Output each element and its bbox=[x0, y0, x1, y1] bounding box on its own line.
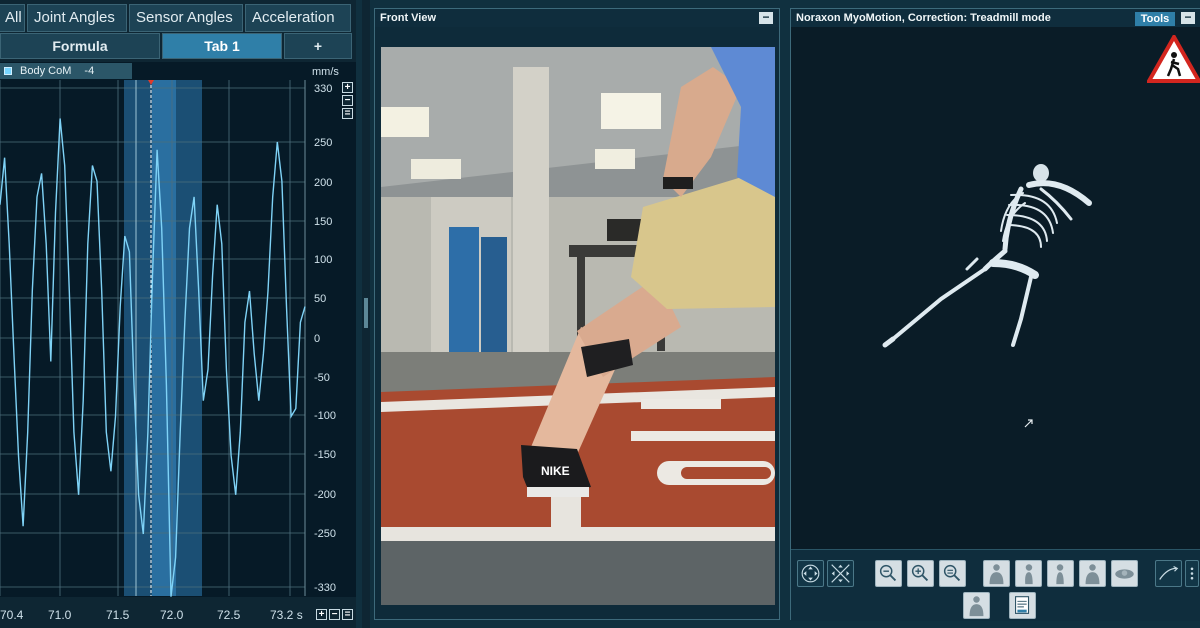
zoom-out-x-button[interactable]: − bbox=[329, 609, 340, 620]
report-icon[interactable] bbox=[1009, 592, 1036, 619]
myomotion-panel: Noraxon MyoMotion, Correction: Treadmill… bbox=[790, 8, 1200, 621]
x-axis-bar: 70.4 71.0 71.5 72.0 72.5 73.2 s + − = bbox=[0, 597, 356, 628]
legend[interactable]: Body CoM -4 bbox=[0, 63, 132, 79]
subtab-tab-1[interactable]: Tab 1 bbox=[162, 33, 282, 59]
splitter[interactable] bbox=[362, 0, 370, 628]
y-tick-label: -100 bbox=[314, 410, 336, 422]
zoom-fit-icon[interactable] bbox=[939, 560, 966, 587]
shoe-logo: NIKE bbox=[541, 464, 570, 478]
zoom-in-y-button[interactable]: + bbox=[342, 82, 353, 93]
app-window: All Joint Angles Sensor Angles Accelerat… bbox=[0, 0, 1200, 628]
y-tick-label: 200 bbox=[314, 177, 332, 189]
back-body-view-icon[interactable] bbox=[1047, 560, 1074, 587]
rotate-view-icon[interactable] bbox=[797, 560, 824, 587]
chart-tab-row: All Joint Angles Sensor Angles Accelerat… bbox=[0, 4, 351, 32]
tools-button[interactable]: Tools bbox=[1135, 12, 1175, 26]
y-tick-label: -330 bbox=[314, 582, 336, 594]
x-tick-label: 72.0 bbox=[160, 608, 184, 622]
person-toggle-icon[interactable] bbox=[963, 592, 990, 619]
y-tick-label: -200 bbox=[314, 489, 336, 501]
tab-all[interactable]: All bbox=[0, 4, 25, 32]
y-tick-label: 50 bbox=[314, 293, 326, 305]
x-tick-label: 70.4 bbox=[0, 608, 24, 622]
tab-sensor-angles[interactable]: Sensor Angles bbox=[129, 4, 243, 32]
y-tick-label: -250 bbox=[314, 528, 336, 540]
pedestrian-warning-icon[interactable] bbox=[1147, 35, 1200, 83]
subtab-formula[interactable]: Formula bbox=[0, 33, 160, 59]
y-tick-label: 0 bbox=[314, 333, 320, 345]
x-axis-svg: 70.4 71.0 71.5 72.0 72.5 73.2 s bbox=[0, 608, 303, 622]
front-view-video: NIKE bbox=[381, 47, 775, 605]
tab-joint-angles[interactable]: Joint Angles bbox=[27, 4, 127, 32]
top-body-view-icon[interactable] bbox=[1111, 560, 1138, 587]
skeleton-model[interactable] bbox=[881, 159, 1101, 359]
trace-curve-icon[interactable] bbox=[1155, 560, 1182, 587]
view-toolbar bbox=[791, 549, 1200, 621]
y-tick-label: -50 bbox=[314, 372, 330, 384]
legend-label: Body CoM bbox=[20, 65, 72, 77]
zoom-in-x-button[interactable]: + bbox=[316, 609, 327, 620]
tab-acceleration[interactable]: Acceleration bbox=[245, 4, 351, 32]
cursor-icon bbox=[1024, 419, 1033, 428]
gym-scene: NIKE bbox=[381, 47, 775, 605]
y-tick-label: 100 bbox=[314, 254, 332, 266]
front-view-title: Front View bbox=[375, 9, 779, 27]
myomotion-minimize-button[interactable]: − bbox=[1181, 11, 1195, 24]
x-tick-label: 72.5 bbox=[217, 608, 241, 622]
front-view-minimize-button[interactable]: − bbox=[759, 11, 773, 24]
zoom-out-y-button[interactable]: − bbox=[342, 95, 353, 106]
x-tick-label: 71.0 bbox=[48, 608, 72, 622]
x-tick-label: 73.2 s bbox=[270, 608, 303, 622]
y-unit: mm/s bbox=[312, 66, 339, 78]
y-tick-label: 150 bbox=[314, 216, 332, 228]
y-tick-label: 250 bbox=[314, 137, 332, 149]
move-view-icon[interactable] bbox=[827, 560, 854, 587]
add-tab-button[interactable]: + bbox=[284, 33, 352, 59]
front-view-panel: Front View − NIKE bbox=[374, 8, 780, 620]
legend-value: -4 bbox=[84, 65, 95, 77]
x-tick-label: 71.5 bbox=[106, 608, 130, 622]
front-body-view-icon[interactable] bbox=[983, 560, 1010, 587]
legend-swatch-icon bbox=[4, 67, 12, 75]
zoom-in-icon[interactable] bbox=[907, 560, 934, 587]
zoom-out-icon[interactable] bbox=[875, 560, 902, 587]
subtab-row: Formula Tab 1 + bbox=[0, 33, 352, 59]
fit-x-button[interactable]: = bbox=[342, 609, 353, 620]
side-body-view-icon[interactable] bbox=[1015, 560, 1042, 587]
plot-svg: 330 250 200 150 100 50 0 -50 -100 -150 -200 -250 -33… bbox=[0, 80, 336, 597]
more-options-icon[interactable] bbox=[1185, 560, 1199, 587]
y-tick-label: 330 bbox=[314, 83, 332, 95]
plot-area[interactable]: 330 250 200 150 100 50 0 -50 -100 -150 -200 -250 -33… bbox=[0, 62, 356, 622]
fit-y-button[interactable]: = bbox=[342, 108, 353, 119]
chart-panel: All Joint Angles Sensor Angles Accelerat… bbox=[0, 0, 356, 628]
y-tick-label: -150 bbox=[314, 449, 336, 461]
other-side-body-view-icon[interactable] bbox=[1079, 560, 1106, 587]
